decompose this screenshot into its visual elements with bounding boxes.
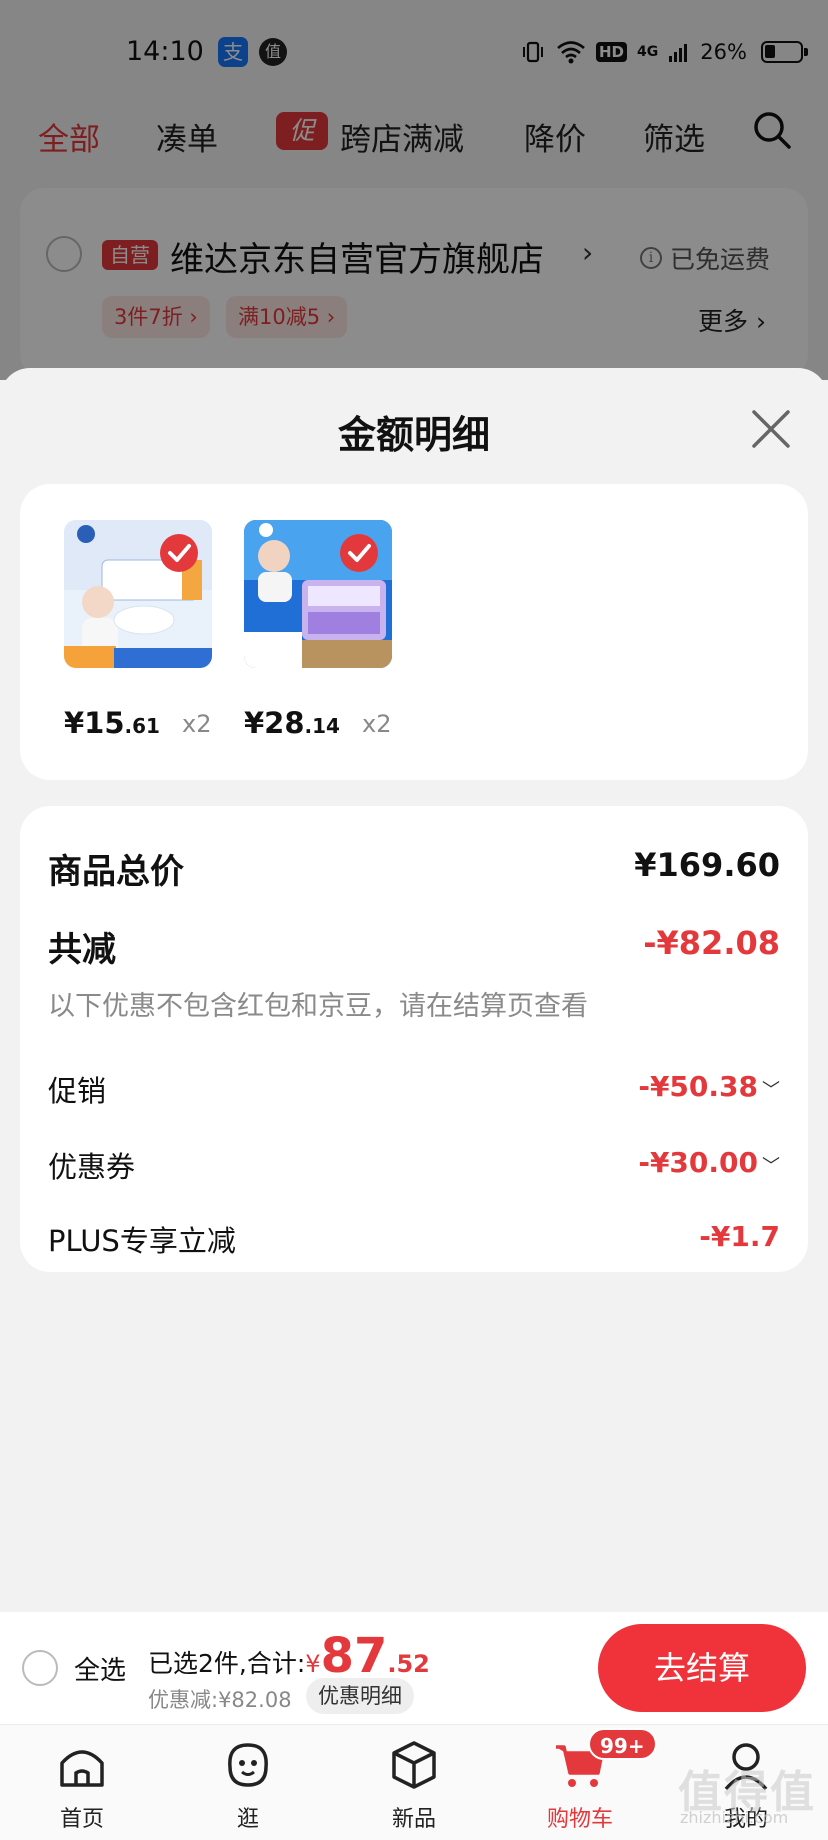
price-int: ¥28: [244, 706, 305, 740]
total-amount-int: 87: [320, 1628, 388, 1684]
selected-count-text: 已选2件,合计:: [148, 1649, 306, 1678]
browse-face-icon: [228, 1743, 268, 1787]
total-amount-dec: .52: [387, 1650, 430, 1678]
price-int: ¥15: [64, 706, 125, 740]
coupon-value: -¥30.00: [638, 1146, 758, 1179]
reduction-value: -¥82.08: [643, 924, 780, 962]
box-icon: [392, 1741, 436, 1789]
chevron-down-icon: ﹀: [762, 1156, 780, 1177]
cart-count-badge: 99+: [588, 1728, 657, 1760]
chevron-down-icon: ﹀: [762, 1080, 780, 1101]
product-price: ¥28.14: [244, 706, 340, 740]
select-all-label[interactable]: 全选: [74, 1650, 126, 1687]
product-thumbnail[interactable]: [64, 520, 212, 668]
product-price: ¥15.61: [64, 706, 160, 740]
close-icon[interactable]: [750, 408, 792, 450]
checkout-button[interactable]: 去结算: [598, 1624, 806, 1712]
total-value: ¥169.60: [634, 846, 780, 884]
coupon-row-value[interactable]: -¥30.00 ﹀: [638, 1146, 780, 1179]
coupon-label: 优惠券: [48, 1150, 136, 1184]
nav-cart-label: 购物车: [546, 1807, 613, 1832]
sheet-title: 金额明细: [337, 413, 490, 457]
select-all-radio[interactable]: [22, 1650, 58, 1686]
price-dec: .14: [304, 714, 340, 738]
price-dec: .61: [124, 714, 160, 738]
discount-detail-button[interactable]: 优惠明细: [306, 1678, 414, 1714]
nav-browse-label: 逛: [236, 1807, 259, 1832]
discount-summary: 优惠减:¥82.08: [148, 1688, 292, 1712]
selected-check-icon: [340, 534, 378, 572]
product-quantity: x2: [362, 710, 392, 738]
watermark-url: zhizhizhi.com: [680, 1808, 789, 1827]
promotion-row-value[interactable]: -¥50.38 ﹀: [638, 1070, 780, 1103]
nav-new-label: 新品: [391, 1807, 436, 1832]
currency-symbol: ¥: [305, 1650, 321, 1678]
nav-new[interactable]: 新品: [354, 1737, 474, 1833]
product-quantity: x2: [182, 710, 212, 738]
plus-discount-label: PLUS专享立减: [48, 1224, 236, 1258]
amount-detail-sheet: 金额明细 ¥15.61 x2 ¥28.14 x2 商品总价 ¥169.60 共减…: [0, 368, 828, 1612]
plus-discount-value: -¥1.7: [699, 1220, 780, 1253]
modal-overlay[interactable]: [0, 0, 828, 380]
promotion-value: -¥50.38: [638, 1070, 758, 1103]
checkout-bar: 全选 已选2件,合计:¥87.52 优惠减:¥82.08 优惠明细 去结算: [0, 1612, 828, 1724]
selected-check-icon: [160, 534, 198, 572]
home-icon: [60, 1750, 104, 1787]
product-thumbnail[interactable]: [244, 520, 392, 668]
nav-home-label: 首页: [59, 1807, 104, 1832]
price-summary: 商品总价 ¥169.60 共减 -¥82.08 以下优惠不包含红包和京豆，请在结…: [20, 806, 808, 1272]
reduction-label: 共减: [48, 930, 116, 970]
nav-home[interactable]: 首页: [22, 1737, 142, 1833]
product-list: ¥15.61 x2 ¥28.14 x2: [20, 484, 808, 780]
nav-browse[interactable]: 逛: [188, 1737, 308, 1833]
reduction-note: 以下优惠不包含红包和京豆，请在结算页查看: [48, 991, 588, 1022]
promotion-label: 促销: [48, 1074, 107, 1108]
selected-total: 已选2件,合计:¥87.52: [148, 1628, 430, 1684]
total-label: 商品总价: [48, 852, 184, 892]
